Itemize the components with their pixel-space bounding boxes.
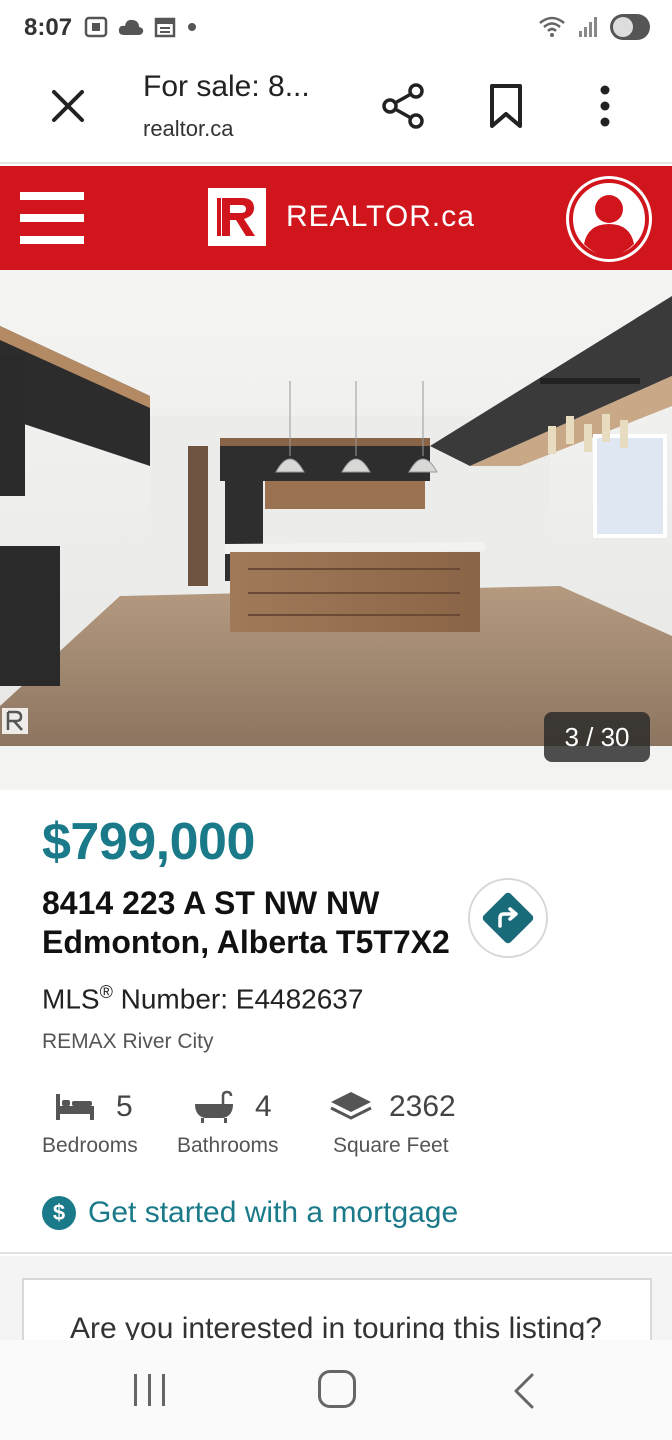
dollar-icon: $ xyxy=(42,1196,76,1230)
bathrooms-value: 4 xyxy=(255,1090,272,1123)
page-url[interactable]: realtor.ca xyxy=(143,116,234,142)
listing-price: $799,000 xyxy=(42,813,255,871)
recent-apps-icon[interactable] xyxy=(130,1372,170,1408)
site-logo-text: REALTOR.ca xyxy=(286,200,475,233)
close-icon[interactable] xyxy=(46,84,90,128)
screenshot-icon xyxy=(84,16,108,38)
more-vertical-icon[interactable] xyxy=(590,82,620,130)
bedrooms-label: Bedrooms xyxy=(42,1134,138,1157)
tour-section: Are you interested in touring this listi… xyxy=(0,1256,672,1358)
share-icon[interactable] xyxy=(380,82,428,130)
cloud-icon xyxy=(118,19,144,35)
mortgage-link-label[interactable]: Get started with a mortgage xyxy=(88,1196,458,1230)
site-header: REALTOR.ca xyxy=(0,166,672,270)
address-line-1: 8414 223 A ST NW NW xyxy=(42,885,380,921)
mls-number-value: Number: E4482637 xyxy=(112,983,364,1015)
directions-button[interactable] xyxy=(468,878,548,958)
square-feet-value: 2362 xyxy=(389,1090,456,1123)
listing-details: $799,000 8414 223 A ST NW NW Edmonton, A… xyxy=(0,790,672,1254)
bed-icon xyxy=(56,1094,94,1120)
square-feet-label: Square Feet xyxy=(333,1134,449,1157)
bathrooms-label: Bathrooms xyxy=(177,1134,279,1157)
bookmark-icon[interactable] xyxy=(484,82,528,130)
listing-address: 8414 223 A ST NW NW Edmonton, Alberta T5… xyxy=(42,884,450,962)
brokerage-name[interactable]: REMAX River City xyxy=(42,1030,214,1054)
bedrooms-value: 5 xyxy=(116,1090,133,1123)
layers-icon xyxy=(330,1092,372,1120)
site-logo[interactable]: REALTOR.ca xyxy=(208,188,475,246)
signal-icon xyxy=(579,17,597,37)
photo-gallery[interactable]: 3 / 30 xyxy=(0,270,672,790)
page-title: For sale: 8... xyxy=(143,70,310,103)
mls-number: MLS® Number: E4482637 xyxy=(42,982,363,1015)
bathtub-icon xyxy=(195,1090,233,1123)
status-bar: 8:07 xyxy=(0,0,672,58)
address-line-2: Edmonton, Alberta T5T7X2 xyxy=(42,924,450,960)
home-icon[interactable] xyxy=(318,1370,356,1408)
battery-icon xyxy=(610,14,650,40)
realtor-r-logo-icon xyxy=(208,188,266,246)
dot-icon xyxy=(188,23,196,31)
photo-counter: 3 / 30 xyxy=(544,712,650,762)
account-icon[interactable] xyxy=(566,176,652,262)
back-icon[interactable] xyxy=(508,1372,538,1410)
mls-registered-mark: ® xyxy=(99,982,113,1002)
listing-photo[interactable] xyxy=(0,296,672,746)
browser-toolbar: For sale: 8... realtor.ca xyxy=(0,58,672,164)
calendar-icon xyxy=(154,17,176,38)
hamburger-menu-icon[interactable] xyxy=(20,192,84,244)
wifi-icon xyxy=(539,16,565,37)
directions-icon xyxy=(482,892,534,944)
status-notification-icons xyxy=(84,16,198,38)
system-navigation-bar xyxy=(0,1340,672,1440)
listing-stats: 5 Bedrooms 4 Bathrooms 2362 Square Feet xyxy=(0,1090,672,1170)
mls-prefix: MLS xyxy=(42,983,100,1015)
status-time: 8:07 xyxy=(24,14,73,41)
mortgage-link[interactable]: $ Get started with a mortgage xyxy=(42,1196,458,1230)
